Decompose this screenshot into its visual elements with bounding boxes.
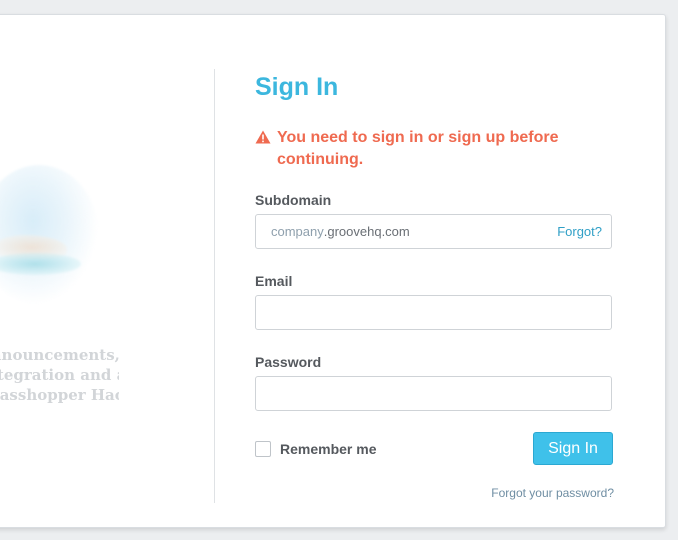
- signin-card: Announcements, Integration and an Grassh…: [0, 14, 666, 528]
- alert-message: You need to sign in or sign up before co…: [255, 127, 585, 171]
- forgot-subdomain-link[interactable]: Forgot?: [557, 224, 602, 239]
- page: Announcements, Integration and an Grassh…: [0, 0, 678, 540]
- password-field-wrapper: [255, 376, 612, 411]
- email-field-wrapper: [255, 295, 612, 330]
- promo-headline[interactable]: Announcements, Integration and an Grassh…: [0, 345, 119, 405]
- alert-text: You need to sign in or sign up before co…: [277, 129, 559, 168]
- promo-headline-line: Integration and an: [0, 366, 119, 384]
- subdomain-suffix: .groovehq.com: [323, 224, 410, 239]
- remember-me-label[interactable]: Remember me: [280, 441, 377, 457]
- forgot-password-link[interactable]: Forgot your password?: [477, 486, 614, 500]
- promo-headline-line: Grasshopper Hack: [0, 386, 119, 404]
- promo-illustration-water: [0, 253, 81, 275]
- warning-icon: [255, 130, 271, 144]
- promo-illustration: [0, 165, 99, 305]
- email-field[interactable]: [256, 296, 611, 329]
- promo-headline-line: Announcements,: [0, 346, 119, 364]
- page-title: Sign In: [255, 73, 339, 101]
- password-label: Password: [255, 354, 322, 370]
- vertical-divider: [214, 69, 215, 503]
- password-field[interactable]: [256, 377, 611, 410]
- signin-button[interactable]: Sign In: [533, 432, 613, 465]
- email-label: Email: [255, 273, 293, 289]
- subdomain-field[interactable]: company .groovehq.com Forgot?: [255, 214, 612, 249]
- remember-me[interactable]: Remember me: [255, 441, 377, 457]
- remember-me-checkbox[interactable]: [255, 441, 271, 457]
- subdomain-placeholder: company: [271, 224, 324, 239]
- subdomain-label: Subdomain: [255, 192, 332, 208]
